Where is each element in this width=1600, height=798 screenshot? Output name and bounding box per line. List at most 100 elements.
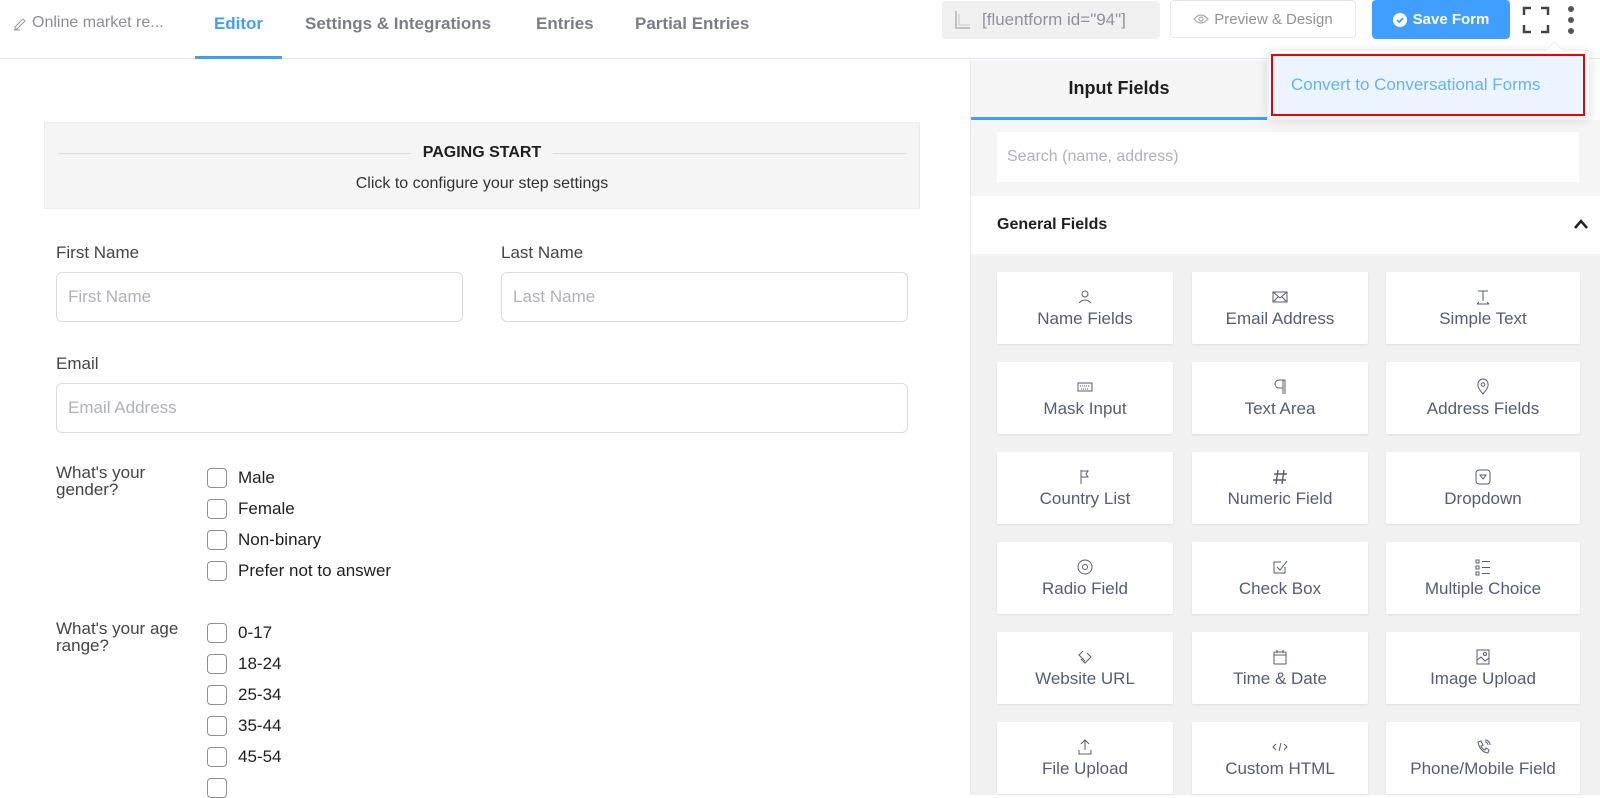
- field-card-check-box[interactable]: Check Box: [1192, 542, 1368, 614]
- field-card-label: Name Fields: [1037, 308, 1133, 328]
- checkbox[interactable]: [207, 530, 227, 550]
- age-option[interactable]: 0-17: [207, 623, 272, 643]
- calendar-icon: [1273, 649, 1287, 664]
- tab-partial-entries[interactable]: Partial Entries: [635, 14, 749, 59]
- more-options-icon[interactable]: [1566, 6, 1576, 34]
- field-search-input[interactable]: Search (name, address): [997, 132, 1579, 182]
- field-card-label: Mask Input: [1043, 398, 1127, 418]
- more-options-dropdown: Convert to Conversational Forms: [1268, 50, 1590, 118]
- eye-icon: [1193, 14, 1210, 24]
- last-name-input[interactable]: Last Name: [501, 272, 908, 322]
- field-card-label: Radio Field: [1042, 578, 1128, 598]
- field-card-numeric-field[interactable]: Numeric Field: [1192, 452, 1368, 524]
- gender-question-label: What's your gender?: [56, 463, 146, 499]
- option-label: 0-17: [238, 623, 273, 642]
- field-card-file-upload[interactable]: File Upload: [997, 722, 1173, 794]
- pencil-icon: [14, 18, 26, 31]
- field-card-label: Country List: [1039, 488, 1131, 508]
- shortcode-copy[interactable]: [fluentform id="94"]: [942, 1, 1160, 39]
- field-card-label: Website URL: [1035, 668, 1135, 688]
- checkbox[interactable]: [207, 561, 227, 581]
- field-card-radio-field[interactable]: Radio Field: [997, 542, 1173, 614]
- field-card-phone-mobile-field[interactable]: Phone/Mobile Field: [1386, 722, 1580, 794]
- field-card-time-date[interactable]: Time & Date: [1192, 632, 1368, 704]
- field-card-image-upload[interactable]: Image Upload: [1386, 632, 1580, 704]
- field-card-label: Numeric Field: [1227, 488, 1333, 508]
- hash-icon: [1273, 469, 1287, 484]
- gender-option[interactable]: Prefer not to answer: [207, 561, 391, 581]
- gender-option[interactable]: Non-binary: [207, 530, 321, 550]
- phone-icon: [1477, 739, 1491, 754]
- first-name-input[interactable]: First Name: [56, 272, 463, 322]
- checkbox[interactable]: [207, 747, 227, 767]
- option-label: Prefer not to answer: [238, 561, 392, 580]
- field-card-email-address[interactable]: Email Address: [1192, 272, 1368, 344]
- option-label: Non-binary: [238, 530, 322, 549]
- save-form-button[interactable]: Save Form: [1372, 0, 1510, 39]
- paging-subtitle: Click to configure your step settings: [355, 175, 609, 192]
- chevron-up-icon: [1574, 219, 1588, 229]
- paging-start-block[interactable]: PAGING START Click to configure your ste…: [44, 122, 920, 209]
- fullscreen-icon[interactable]: [1522, 6, 1550, 34]
- form-editor-canvas: PAGING START Click to configure your ste…: [0, 60, 970, 798]
- field-card-mask-input[interactable]: Mask Input: [997, 362, 1173, 434]
- option-label: 18-24: [238, 654, 282, 673]
- form-title[interactable]: Online market re...: [12, 14, 164, 32]
- envelope-icon: [1272, 291, 1288, 302]
- checkbox[interactable]: [207, 778, 227, 798]
- tab-editor[interactable]: Editor: [195, 14, 282, 59]
- checkbox[interactable]: [207, 468, 227, 488]
- gender-option[interactable]: Male: [207, 468, 275, 488]
- field-card-name-fields[interactable]: Name Fields: [997, 272, 1173, 344]
- field-card-custom-html[interactable]: Custom HTML: [1192, 722, 1368, 794]
- checkbox[interactable]: [207, 654, 227, 674]
- tab-entries[interactable]: Entries: [536, 14, 594, 59]
- field-card-website-url[interactable]: Website URL: [997, 632, 1173, 704]
- last-name-label: Last Name: [501, 243, 584, 262]
- field-card-label: File Upload: [1042, 758, 1128, 778]
- preview-design-button[interactable]: Preview & Design: [1170, 0, 1356, 38]
- field-card-label: Text Area: [1244, 398, 1316, 418]
- paging-title: PAGING START: [410, 144, 554, 161]
- field-card-dropdown[interactable]: Dropdown: [1386, 452, 1580, 524]
- radio-icon: [1077, 559, 1093, 574]
- field-card-multiple-choice[interactable]: Multiple Choice: [1386, 542, 1580, 614]
- field-card-label: Address Fields: [1426, 398, 1540, 418]
- code-icon: [1272, 742, 1288, 751]
- age-question-label: What's your age range?: [56, 619, 179, 655]
- tab-input-fields[interactable]: Input Fields: [971, 60, 1267, 120]
- checkbox[interactable]: [207, 499, 227, 519]
- field-card-label: Time & Date: [1233, 668, 1327, 688]
- keyboard-icon: [1077, 382, 1093, 391]
- field-card-country-list[interactable]: Country List: [997, 452, 1173, 524]
- field-card-label: Phone/Mobile Field: [1410, 758, 1556, 778]
- shortcode-text: [fluentform id="94"]: [982, 10, 1126, 29]
- age-option[interactable]: 45-54: [207, 747, 281, 767]
- text-cursor-icon: [1476, 290, 1490, 304]
- age-option[interactable]: 35-44: [207, 716, 281, 736]
- convert-conversational-item[interactable]: Convert to Conversational Forms: [1271, 54, 1585, 116]
- list-icon: [1475, 559, 1490, 575]
- checkbox[interactable]: [207, 716, 227, 736]
- age-option-partial[interactable]: [207, 778, 227, 798]
- option-label: Female: [238, 499, 295, 518]
- fields-sidebar: Input Fields Search (name, address) Gene…: [970, 60, 1600, 795]
- gender-option[interactable]: Female: [207, 499, 295, 519]
- age-option[interactable]: 25-34: [207, 685, 281, 705]
- field-card-simple-text[interactable]: Simple Text: [1386, 272, 1580, 344]
- paragraph-icon: [1274, 379, 1286, 394]
- general-fields-header[interactable]: General Fields: [971, 196, 1600, 254]
- field-card-address-fields[interactable]: Address Fields: [1386, 362, 1580, 434]
- email-input[interactable]: Email Address: [56, 383, 908, 433]
- upload-icon: [1078, 738, 1092, 754]
- option-label: 35-44: [238, 716, 282, 735]
- checkbox[interactable]: [207, 623, 227, 643]
- checkbox[interactable]: [207, 685, 227, 705]
- age-option[interactable]: 18-24: [207, 654, 281, 674]
- preview-label: Preview & Design: [1214, 10, 1333, 28]
- tab-settings-integrations[interactable]: Settings & Integrations: [305, 14, 491, 59]
- field-card-label: Simple Text: [1439, 308, 1527, 328]
- dropdown-icon: [1475, 469, 1491, 484]
- field-card-text-area[interactable]: Text Area: [1192, 362, 1368, 434]
- save-label: Save Form: [1412, 11, 1490, 28]
